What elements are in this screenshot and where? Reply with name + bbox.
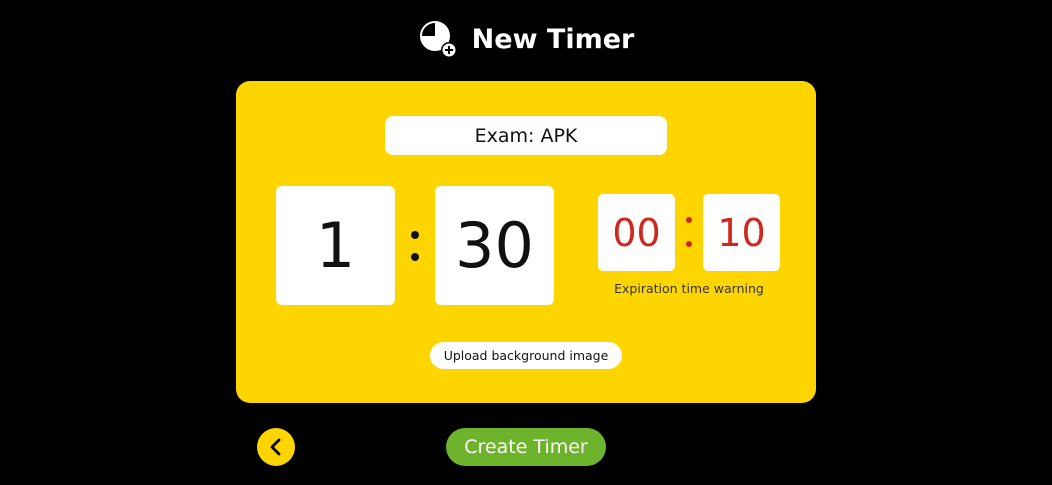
- expiration-warning-label: Expiration time warning: [614, 281, 764, 296]
- timer-name-input[interactable]: [385, 116, 667, 155]
- timer-add-icon: [419, 21, 457, 58]
- warning-minutes-field[interactable]: 00: [598, 194, 675, 271]
- page-title: New Timer: [471, 23, 635, 55]
- upload-background-button[interactable]: Upload background image: [430, 342, 622, 369]
- back-button[interactable]: [257, 428, 295, 466]
- header: New Timer: [0, 14, 1052, 64]
- create-timer-button[interactable]: Create Timer: [446, 428, 606, 466]
- time-separator: [406, 221, 424, 271]
- warning-seconds-field[interactable]: 10: [703, 194, 780, 271]
- hours-field[interactable]: 1: [276, 186, 395, 305]
- warning-time-separator: [683, 217, 695, 247]
- chevron-left-icon: [270, 438, 281, 456]
- timer-settings-card: 1 30 00 10 Expiration time warning Uploa…: [236, 81, 816, 403]
- new-timer-screen: New Timer 1 30 00 10 Expiration time war…: [0, 0, 1052, 485]
- minutes-field[interactable]: 30: [435, 186, 554, 305]
